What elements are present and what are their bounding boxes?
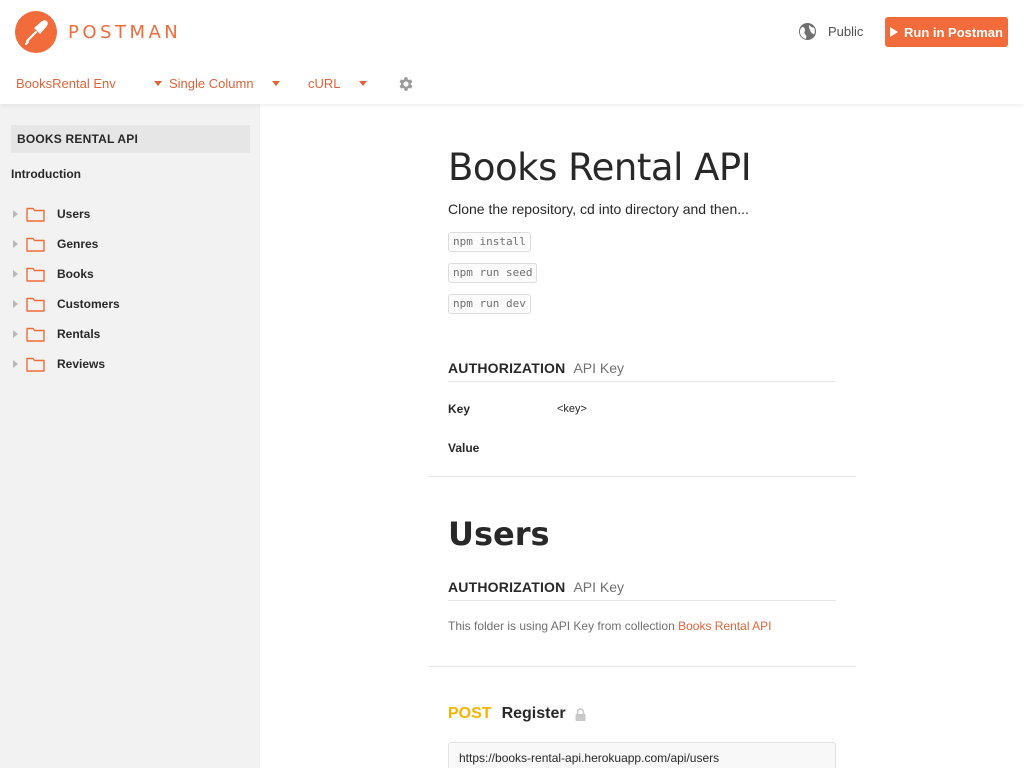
- folder-icon: [26, 297, 45, 312]
- run-in-postman-button[interactable]: Run in Postman: [885, 17, 1008, 47]
- postman-logo[interactable]: POSTMAN: [15, 11, 181, 53]
- layout-label: Single Column: [169, 76, 254, 91]
- collection-link[interactable]: Books Rental API: [678, 619, 771, 633]
- auth-key-value: <key>: [557, 403, 587, 415]
- postman-logo-icon: [15, 11, 57, 53]
- folder-icon: [26, 207, 45, 222]
- folder-label: Reviews: [57, 357, 106, 371]
- sidebar-folder-reviews[interactable]: Reviews: [11, 349, 250, 379]
- doc-toolbar: BooksRental Env Single Column cURL: [0, 64, 1024, 104]
- environment-label: BooksRental Env: [16, 76, 116, 91]
- request-name: Register: [501, 705, 566, 722]
- expand-arrow-icon: [13, 210, 18, 218]
- section-divider: [428, 666, 856, 667]
- sidebar-folder-books[interactable]: Books: [11, 259, 250, 289]
- auth-key-label: Key: [448, 402, 471, 416]
- folder-authorization-header: AUTHORIZATION API Key: [448, 579, 836, 601]
- authorization-type: API Key: [573, 579, 625, 595]
- language-label: cURL: [308, 76, 341, 91]
- authorization-label: AUTHORIZATION: [448, 579, 566, 595]
- request-header: POST Register: [448, 705, 586, 723]
- authorization-header: AUTHORIZATION API Key: [448, 360, 836, 382]
- expand-arrow-icon: [13, 300, 18, 308]
- authorization-label: AUTHORIZATION: [448, 360, 566, 376]
- folder-label: Rentals: [57, 327, 101, 341]
- visibility-indicator[interactable]: Public: [798, 22, 863, 41]
- folder-label: Books: [57, 267, 94, 281]
- code-snippet: npm run dev: [448, 294, 531, 314]
- section-divider: [428, 476, 856, 477]
- sidebar-folder-genres[interactable]: Genres: [11, 229, 250, 259]
- language-dropdown[interactable]: cURL: [308, 76, 367, 91]
- expand-arrow-icon: [13, 270, 18, 278]
- folder-icon: [26, 327, 45, 342]
- chevron-down-icon: [271, 81, 280, 86]
- authorization-type: API Key: [573, 360, 625, 376]
- chevron-down-icon: [153, 81, 162, 86]
- public-label: Public: [828, 24, 864, 39]
- layout-dropdown[interactable]: Single Column: [169, 76, 280, 91]
- note-text: This folder is using API Key from collec…: [448, 619, 675, 633]
- environment-dropdown[interactable]: BooksRental Env: [16, 76, 162, 91]
- folder-icon: [26, 237, 45, 252]
- sidebar: BOOKS RENTAL API Introduction Users Genr…: [0, 104, 260, 768]
- page-title: Books Rental API: [448, 146, 752, 189]
- auth-value-label: Value: [448, 441, 480, 455]
- sidebar-folder-users[interactable]: Users: [11, 199, 250, 229]
- documentation-content: Books Rental API Clone the repository, c…: [260, 104, 1024, 768]
- collection-title[interactable]: BOOKS RENTAL API: [11, 125, 250, 153]
- expand-arrow-icon: [13, 330, 18, 338]
- collection-description: Clone the repository, cd into directory …: [448, 201, 749, 217]
- logo-text: POSTMAN: [68, 21, 182, 43]
- run-button-label: Run in Postman: [904, 24, 1003, 40]
- expand-arrow-icon: [13, 240, 18, 248]
- code-snippet: npm install: [448, 232, 531, 252]
- folder-icon: [26, 357, 45, 372]
- top-header: POSTMAN Public Run in Postman: [0, 0, 1024, 64]
- folder-label: Customers: [57, 297, 120, 311]
- code-snippet: npm run seed: [448, 263, 538, 283]
- folder-icon: [26, 267, 45, 282]
- chevron-down-icon: [358, 81, 367, 86]
- sidebar-item-introduction[interactable]: Introduction: [11, 167, 81, 181]
- lock-icon: [575, 707, 586, 721]
- section-title-users: Users: [448, 515, 550, 553]
- play-icon: [890, 27, 899, 37]
- request-url[interactable]: https://books-rental-api.herokuapp.com/a…: [448, 742, 836, 768]
- sidebar-folder-customers[interactable]: Customers: [11, 289, 250, 319]
- http-method-badge: POST: [448, 705, 492, 722]
- sidebar-folder-rentals[interactable]: Rentals: [11, 319, 250, 349]
- globe-icon: [798, 22, 817, 41]
- expand-arrow-icon: [13, 360, 18, 368]
- gear-icon[interactable]: [397, 75, 415, 93]
- folder-label: Genres: [57, 237, 99, 251]
- folder-auth-note: This folder is using API Key from collec…: [448, 619, 772, 633]
- folder-label: Users: [57, 207, 91, 221]
